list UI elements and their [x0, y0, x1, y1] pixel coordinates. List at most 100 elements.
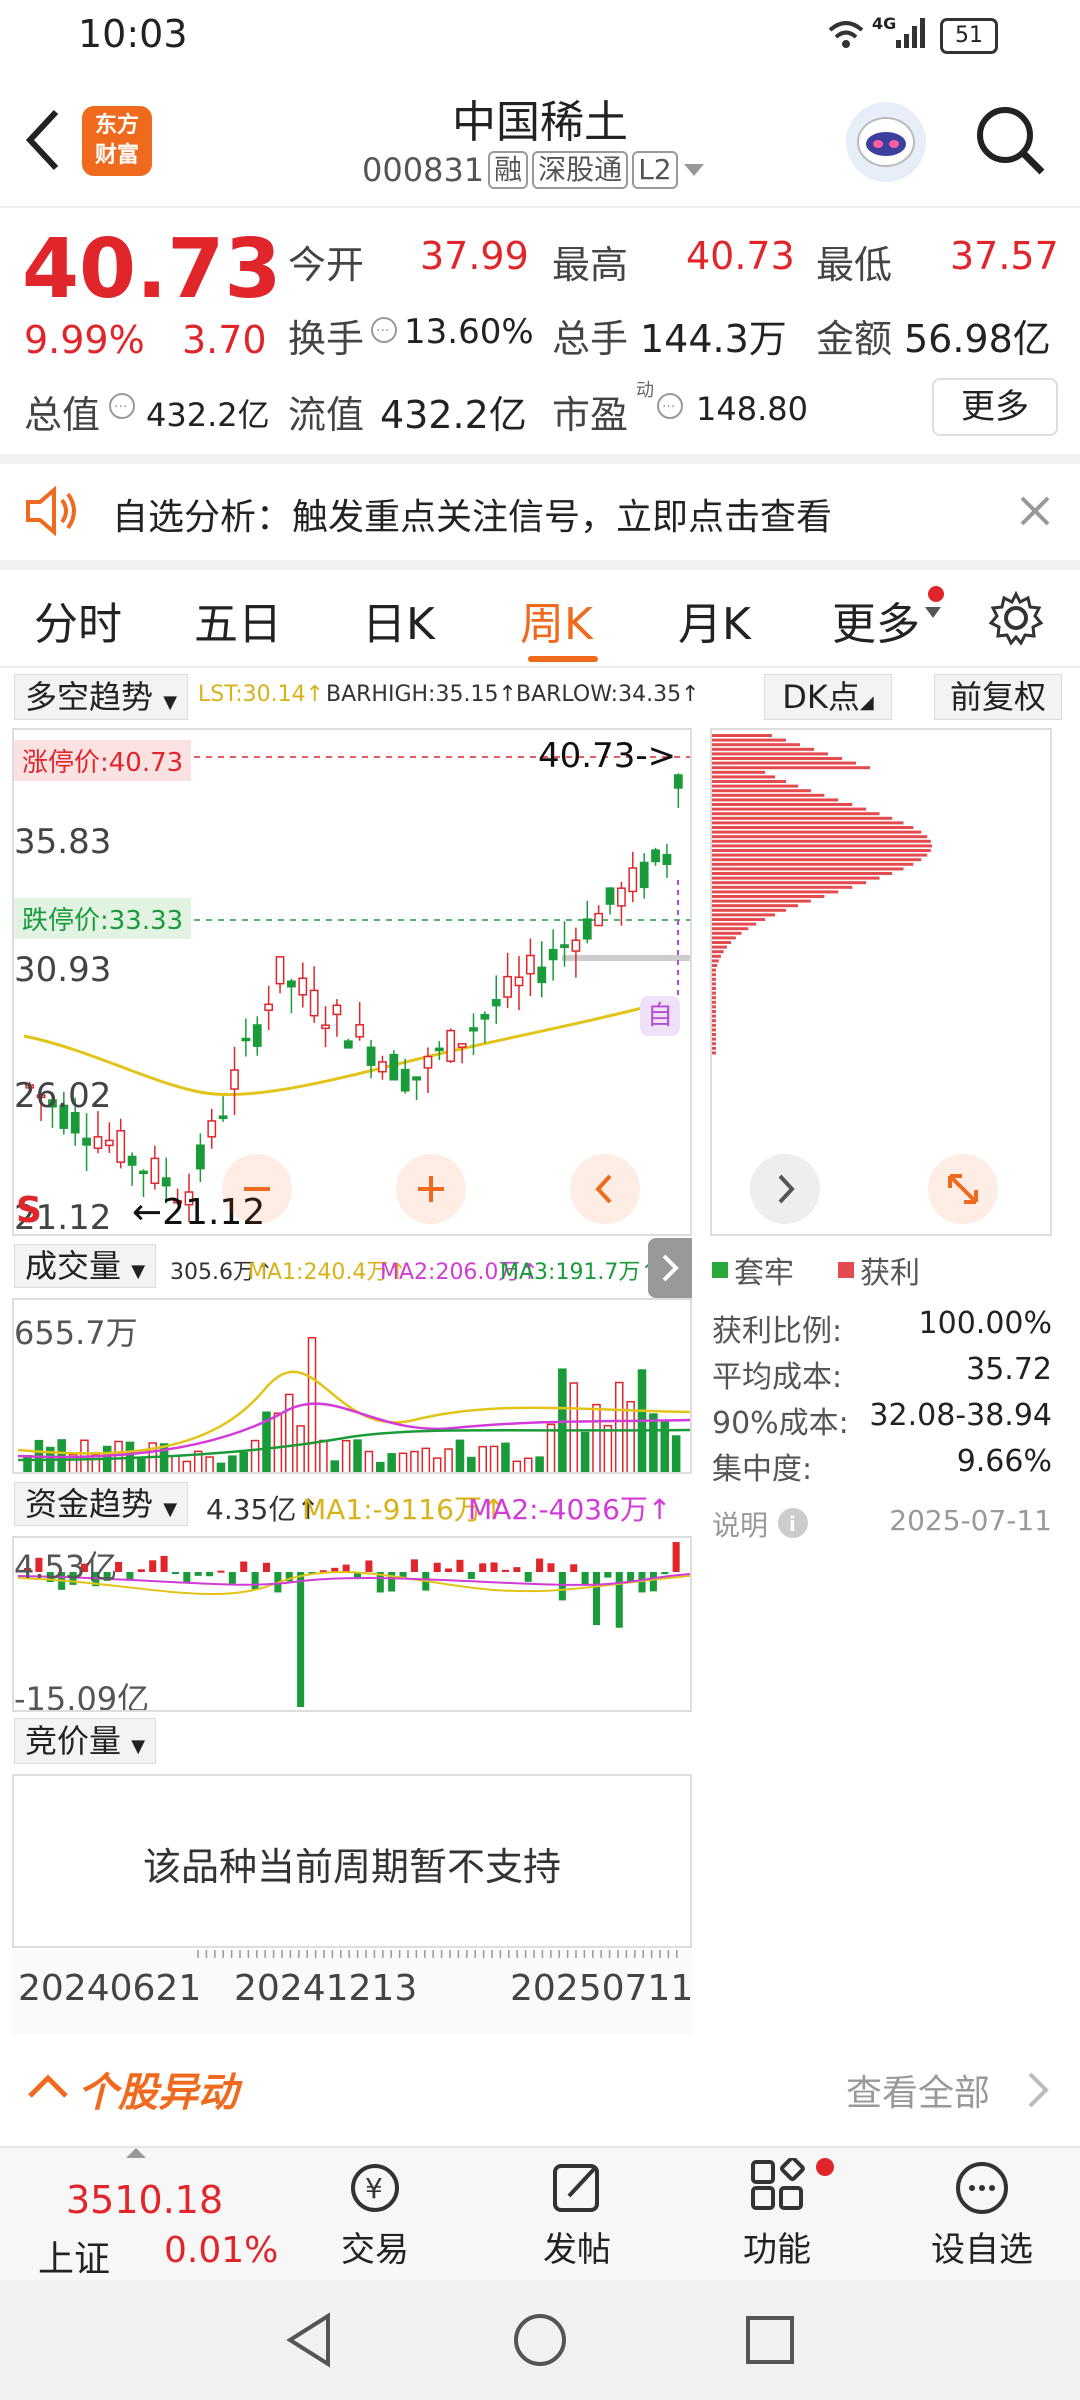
volume-selector[interactable]: 成交量 ▼ [14, 1244, 157, 1288]
apps-icon [751, 2156, 805, 2210]
scroll-left-button[interactable] [570, 1154, 640, 1224]
view-all-link[interactable]: 查看全部 [846, 2064, 990, 2116]
back-triangle-icon[interactable] [282, 2310, 338, 2370]
expand-button[interactable] [928, 1154, 998, 1224]
limit-down-label: 跌停价:33.33 [14, 898, 192, 939]
indicator-expand-button[interactable] [648, 1238, 692, 1298]
chip-bar [712, 991, 716, 995]
volume-bar [387, 1453, 396, 1472]
profit-ratio-value: 100.00% [918, 1306, 1052, 1341]
indicator-selector[interactable]: 多空趋势 ▼ [14, 674, 189, 720]
zoom-in-button[interactable] [396, 1154, 466, 1224]
chip-bar [712, 757, 842, 760]
chip-bar [712, 734, 772, 737]
candle [617, 881, 626, 926]
self-select-marker[interactable]: 自 [640, 996, 680, 1036]
info-icon[interactable]: ··· [108, 392, 136, 420]
chip-bar [712, 784, 799, 788]
chip-bar [712, 743, 800, 747]
zoom-out-button[interactable] [222, 1154, 292, 1224]
candle [241, 1018, 251, 1057]
tab-monthly-k[interactable]: 月K [678, 588, 751, 652]
kline-chart[interactable]: 涨停价:40.73 跌停价:33.33 35.83 30.93 26.02 21… [12, 728, 692, 1236]
nav-functions[interactable]: 功能 [722, 2156, 834, 2271]
fund-bar [501, 1569, 509, 1572]
chip-bar [712, 1014, 716, 1018]
fund-bar [558, 1572, 566, 1601]
close-icon[interactable] [1018, 494, 1052, 528]
tab-more[interactable]: 更多 [832, 588, 920, 652]
fund-bar [513, 1567, 521, 1572]
battery-icon: 51 [940, 18, 998, 54]
chip-bar [712, 1019, 716, 1023]
chip-stats: 套牢 获利 获利比例: 100.00% 平均成本: 35.72 90%成本: 3… [712, 1248, 1052, 1568]
volume-bar [489, 1445, 499, 1472]
fund-bar [251, 1572, 259, 1590]
app-logo[interactable]: 东方 财富 [82, 106, 152, 176]
volume-bar [330, 1460, 340, 1472]
more-button[interactable]: 更多 [932, 378, 1058, 436]
volume-bar [319, 1439, 328, 1472]
chip-bar [712, 950, 724, 954]
tab-intraday[interactable]: 分时 [34, 588, 122, 652]
candle [673, 773, 683, 808]
home-circle-icon[interactable] [510, 2310, 570, 2370]
open-label: 今开 [288, 243, 365, 287]
volume-bar [455, 1439, 465, 1472]
tab-weekly-k[interactable]: 周K [520, 588, 593, 652]
recents-square-icon[interactable] [742, 2312, 798, 2368]
fund-chart[interactable]: 4.53亿 -15.09亿 [12, 1536, 692, 1712]
assistant-avatar[interactable] [846, 102, 926, 182]
index-value[interactable]: 3510.18 [66, 2178, 223, 2222]
chip-bar [712, 766, 870, 770]
dk-point-button[interactable]: DK点◢ [764, 674, 892, 720]
trade-icon: ¥ [351, 2164, 399, 2212]
robot-icon [857, 117, 915, 167]
info-icon[interactable]: ··· [370, 316, 398, 344]
network-type: 4G [872, 14, 897, 33]
volume-bar [239, 1451, 249, 1472]
volume-bar [626, 1400, 635, 1472]
chip-bar [712, 872, 893, 875]
candle [195, 1133, 205, 1182]
tab-daily-k[interactable]: 日K [362, 588, 435, 652]
svg-text:···: ··· [376, 323, 389, 339]
concentration-value: 9.66% [956, 1444, 1052, 1479]
volume-bar [660, 1419, 670, 1472]
fund-selector[interactable]: 资金趋势 ▼ [14, 1482, 189, 1526]
volume-bar [182, 1460, 192, 1472]
auction-selector[interactable]: 竞价量 ▼ [14, 1718, 157, 1764]
fund-bar [262, 1562, 271, 1572]
candle [548, 929, 558, 981]
note-label[interactable]: 说明 [712, 1504, 768, 1544]
back-icon[interactable] [22, 108, 62, 172]
info-icon[interactable]: ··· [656, 392, 684, 420]
chip-next-button[interactable] [750, 1154, 820, 1224]
chevron-right-icon [662, 1254, 679, 1282]
volume-bar [398, 1452, 408, 1472]
price-adjust-button[interactable]: 前复权 [934, 674, 1062, 720]
fund-bar [183, 1572, 191, 1583]
candle [275, 956, 285, 994]
volume-chart[interactable]: 655.7万 [12, 1298, 692, 1474]
nav-post[interactable]: 发帖 [522, 2158, 632, 2271]
chip-bar [712, 835, 928, 839]
stock-code-row[interactable]: 000831 融 深股通 L2 [362, 150, 706, 190]
tab-five-day[interactable]: 五日 [194, 588, 282, 652]
volume-bar [364, 1450, 374, 1472]
minus-icon [244, 1187, 270, 1191]
stock-movement-section[interactable]: 个股异动 查看全部 [0, 2036, 1080, 2140]
settings-icon[interactable] [988, 590, 1044, 646]
chip-bar [712, 761, 856, 765]
mktcap-value: 432.2亿 [146, 396, 270, 434]
nav-add-watchlist[interactable]: 设自选 [922, 2158, 1042, 2271]
info-icon[interactable]: i [776, 1506, 810, 1540]
candle [104, 1122, 114, 1153]
search-icon[interactable] [974, 104, 1046, 176]
candle [252, 1016, 262, 1056]
signal-icon [896, 18, 925, 48]
chip-distribution-chart[interactable] [710, 728, 1052, 1236]
nav-trade[interactable]: ¥ 交易 [320, 2158, 430, 2271]
fund-bar [592, 1572, 601, 1626]
analysis-banner[interactable]: 自选分析：触发重点关注信号，立即点击查看 [0, 464, 1080, 560]
